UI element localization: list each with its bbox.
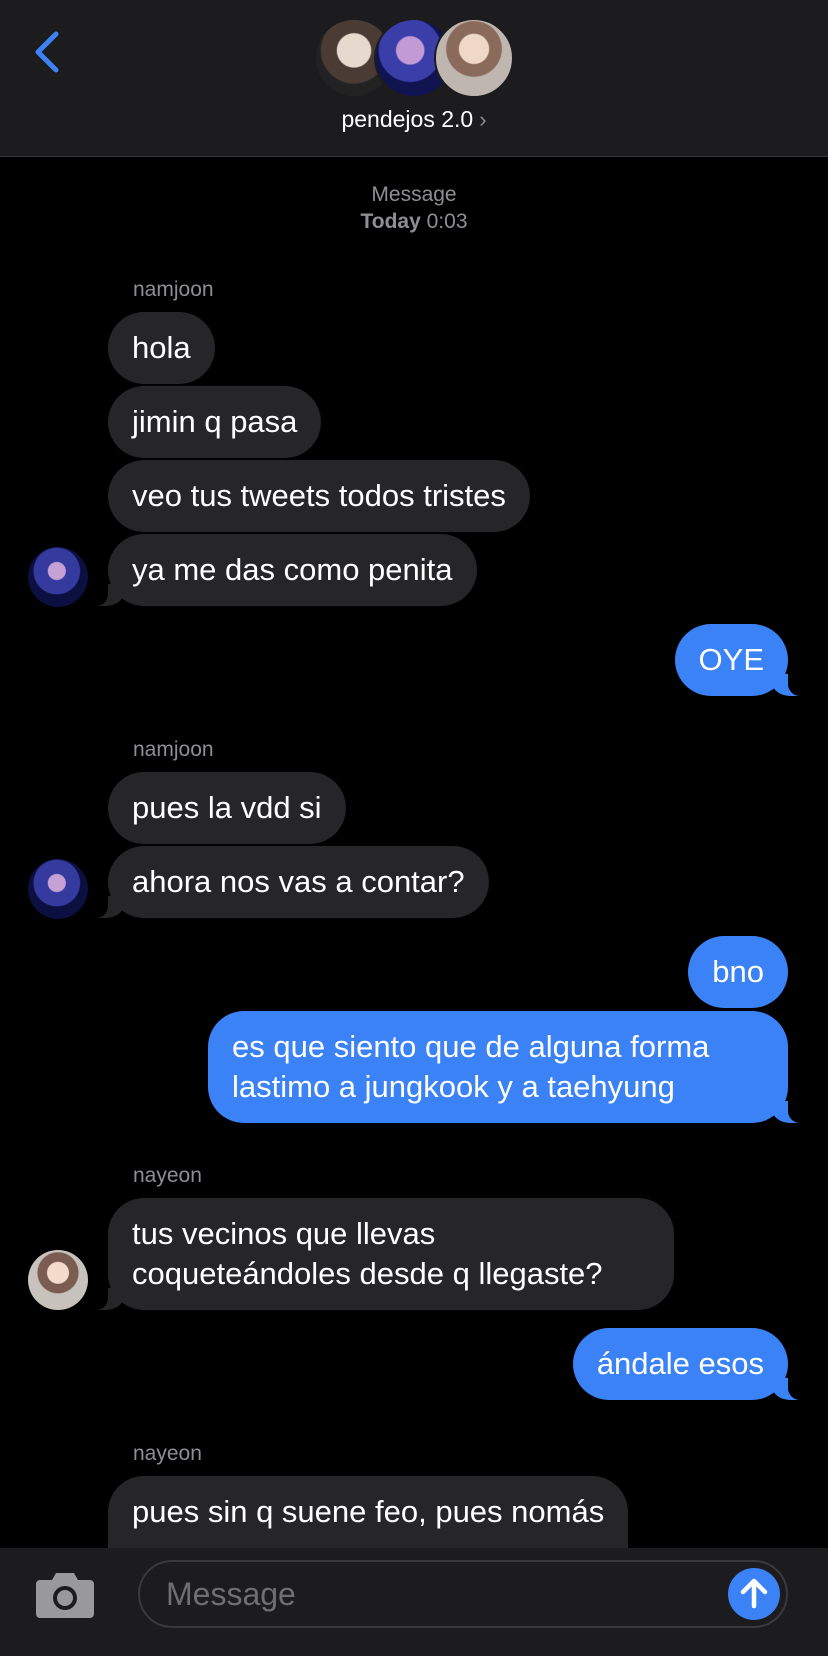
timestamp: Today 0:03 <box>0 208 828 236</box>
conversation-header: pendejos 2.0 › <box>0 0 828 157</box>
group-name-button[interactable]: pendejos 2.0 › <box>0 106 828 133</box>
message-bubble-outgoing[interactable]: OYE <box>674 624 809 696</box>
camera-icon[interactable] <box>34 1570 96 1620</box>
sender-name: nayeon <box>133 1164 202 1187</box>
sender-avatar-namjoon[interactable] <box>28 859 88 919</box>
message-line: coqueteándoles desde q llegaste? <box>132 1256 603 1291</box>
timestamp-day: Today <box>360 210 421 233</box>
message-bubble-incoming[interactable]: pues sin q suene feo, pues nomás <box>108 1476 629 1548</box>
timestamp-label: Message <box>371 183 457 206</box>
message-bubble-incoming[interactable]: pues la vdd si <box>108 772 346 844</box>
message-line: es que siento que de alguna forma <box>232 1029 710 1064</box>
message-bubble-incoming[interactable]: ahora nos vas a contar? <box>88 846 489 918</box>
message-bubble-incoming-multiline[interactable]: tus vecinos que llevas coqueteándoles de… <box>88 1198 674 1310</box>
group-avatars[interactable] <box>314 18 514 100</box>
message-bubble-outgoing[interactable]: ándale esos <box>572 1328 809 1400</box>
message-bubble-incoming[interactable]: ya me das como penita <box>88 534 477 606</box>
send-button[interactable] <box>728 1568 780 1620</box>
sender-name: namjoon <box>133 738 214 761</box>
sender-name: namjoon <box>133 278 214 301</box>
message-bubble-outgoing-multiline[interactable]: es que siento que de alguna forma lastim… <box>208 1011 808 1123</box>
sender-name: nayeon <box>133 1442 202 1465</box>
group-avatar-3 <box>434 18 514 98</box>
message-bubble-incoming[interactable]: hola <box>108 312 215 384</box>
message-input-placeholder: Message <box>166 1576 296 1612</box>
sender-avatar-namjoon[interactable] <box>28 547 88 607</box>
back-chevron-icon[interactable] <box>28 28 68 76</box>
message-bubble-outgoing[interactable]: bno <box>688 936 788 1008</box>
group-name: pendejos 2.0 <box>341 106 474 132</box>
sender-avatar-nayeon[interactable] <box>28 1250 88 1310</box>
send-arrow-icon <box>740 1578 768 1609</box>
message-line: tus vecinos que llevas <box>132 1216 436 1251</box>
message-bubble-incoming[interactable]: veo tus tweets todos tristes <box>108 460 530 532</box>
message-input[interactable]: Message <box>138 1560 788 1628</box>
chevron-right-icon: › <box>479 107 487 132</box>
timestamp-time: 0:03 <box>426 210 468 233</box>
message-bubble-incoming[interactable]: jimin q pasa <box>108 386 322 458</box>
message-line: lastimo a jungkook y a taehyung <box>232 1069 675 1104</box>
composer-bar: Message <box>0 1548 828 1656</box>
